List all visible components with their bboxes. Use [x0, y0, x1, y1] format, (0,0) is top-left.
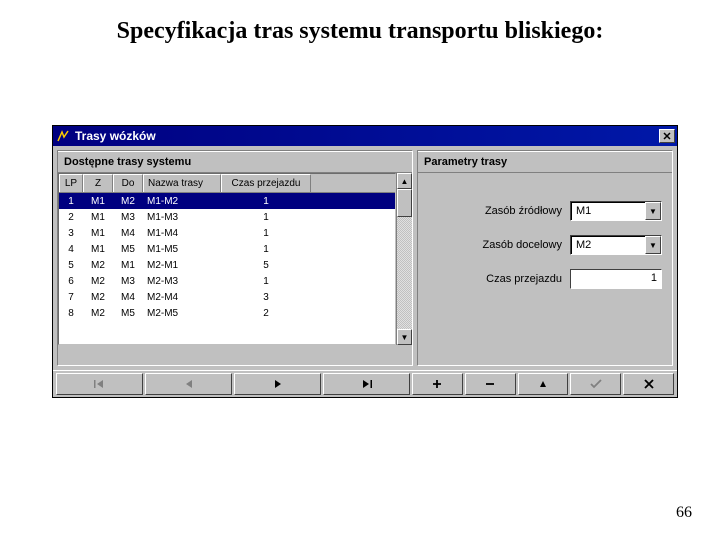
table-row[interactable]: 8M2M5M2-M52: [59, 305, 395, 321]
cell-name: M2-M5: [143, 308, 221, 319]
cell-name: M1-M2: [143, 196, 221, 207]
close-button[interactable]: [659, 129, 675, 143]
combo-source-value: M1: [571, 202, 645, 220]
cell-z: M2: [83, 292, 113, 303]
window-title: Trasy wózków: [75, 129, 659, 143]
cell-do: M2: [113, 196, 143, 207]
left-pane-title: Dostępne trasy systemu: [58, 151, 412, 173]
confirm-button[interactable]: [570, 373, 621, 395]
cell-name: M2-M3: [143, 276, 221, 287]
cell-name: M1-M5: [143, 244, 221, 255]
cell-z: M2: [83, 276, 113, 287]
cell-name: M1-M4: [143, 228, 221, 239]
vertical-scrollbar[interactable]: ▲ ▼: [396, 173, 412, 345]
cell-name: M2-M4: [143, 292, 221, 303]
cell-do: M1: [113, 260, 143, 271]
cancel-button[interactable]: [623, 373, 674, 395]
add-button[interactable]: [412, 373, 463, 395]
cell-name: M1-M3: [143, 212, 221, 223]
table-row[interactable]: 1M1M2M1-M21: [59, 193, 395, 209]
cell-lp: 5: [59, 260, 83, 271]
table-row[interactable]: 4M1M5M1-M51: [59, 241, 395, 257]
scroll-track[interactable]: [397, 189, 412, 329]
table-row[interactable]: 7M2M4M2-M43: [59, 289, 395, 305]
app-icon: [55, 128, 71, 144]
combo-dest[interactable]: M2 ▼: [570, 235, 662, 255]
cell-czas: 1: [221, 196, 311, 207]
cell-czas: 1: [221, 212, 311, 223]
label-time: Czas przejazdu: [486, 273, 562, 285]
routes-grid[interactable]: LP Z Do Nazwa trasy Czas przejazdu 1M1M2…: [58, 173, 396, 345]
cell-name: M2-M1: [143, 260, 221, 271]
col-czas[interactable]: Czas przejazdu: [221, 174, 311, 192]
cell-lp: 6: [59, 276, 83, 287]
cell-z: M1: [83, 244, 113, 255]
nav-next-button[interactable]: [234, 373, 321, 395]
pane-route-params: Parametry trasy Zasób źródłowy M1 ▼ Zasó…: [417, 150, 673, 366]
page-number: 66: [676, 504, 692, 522]
cell-z: M2: [83, 260, 113, 271]
right-pane-title: Parametry trasy: [418, 151, 672, 173]
cell-lp: 7: [59, 292, 83, 303]
input-time[interactable]: 1: [570, 269, 662, 289]
cell-lp: 8: [59, 308, 83, 319]
cell-do: M5: [113, 308, 143, 319]
pane-available-routes: Dostępne trasy systemu LP Z Do Nazwa tra…: [57, 150, 413, 366]
cell-lp: 3: [59, 228, 83, 239]
cell-lp: 4: [59, 244, 83, 255]
cell-czas: 1: [221, 228, 311, 239]
cell-czas: 1: [221, 244, 311, 255]
combo-source[interactable]: M1 ▼: [570, 201, 662, 221]
window-routes: Trasy wózków Dostępne trasy systemu LP Z…: [52, 125, 678, 398]
cell-czas: 1: [221, 276, 311, 287]
cell-do: M3: [113, 276, 143, 287]
chevron-down-icon[interactable]: ▼: [645, 236, 661, 254]
cell-czas: 3: [221, 292, 311, 303]
nav-last-button[interactable]: [323, 373, 410, 395]
col-do[interactable]: Do: [113, 174, 143, 192]
combo-dest-value: M2: [571, 236, 645, 254]
cell-z: M1: [83, 212, 113, 223]
table-row[interactable]: 3M1M4M1-M41: [59, 225, 395, 241]
cell-do: M4: [113, 228, 143, 239]
table-row[interactable]: 6M2M3M2-M31: [59, 273, 395, 289]
grid-header: LP Z Do Nazwa trasy Czas przejazdu: [59, 174, 395, 193]
scroll-up-button[interactable]: ▲: [397, 173, 412, 189]
label-dest: Zasób docelowy: [483, 239, 563, 251]
col-lp[interactable]: LP: [59, 174, 83, 192]
page-heading: Specyfikacja tras systemu transportu bli…: [0, 0, 720, 45]
chevron-down-icon[interactable]: ▼: [645, 202, 661, 220]
cell-do: M4: [113, 292, 143, 303]
scroll-down-button[interactable]: ▼: [397, 329, 412, 345]
cell-czas: 2: [221, 308, 311, 319]
cell-lp: 2: [59, 212, 83, 223]
nav-prev-button[interactable]: [145, 373, 232, 395]
remove-button[interactable]: [465, 373, 516, 395]
scroll-thumb[interactable]: [397, 189, 412, 217]
bottom-toolbar: [53, 370, 677, 397]
cell-lp: 1: [59, 196, 83, 207]
table-row[interactable]: 2M1M3M1-M31: [59, 209, 395, 225]
cell-z: M2: [83, 308, 113, 319]
cell-do: M3: [113, 212, 143, 223]
cell-z: M1: [83, 228, 113, 239]
edit-button[interactable]: [518, 373, 569, 395]
col-name[interactable]: Nazwa trasy: [143, 174, 221, 192]
cell-z: M1: [83, 196, 113, 207]
cell-czas: 5: [221, 260, 311, 271]
cell-do: M5: [113, 244, 143, 255]
col-z[interactable]: Z: [83, 174, 113, 192]
label-source: Zasób źródłowy: [485, 205, 562, 217]
table-row[interactable]: 5M2M1M2-M15: [59, 257, 395, 273]
nav-first-button[interactable]: [56, 373, 143, 395]
titlebar: Trasy wózków: [53, 126, 677, 146]
